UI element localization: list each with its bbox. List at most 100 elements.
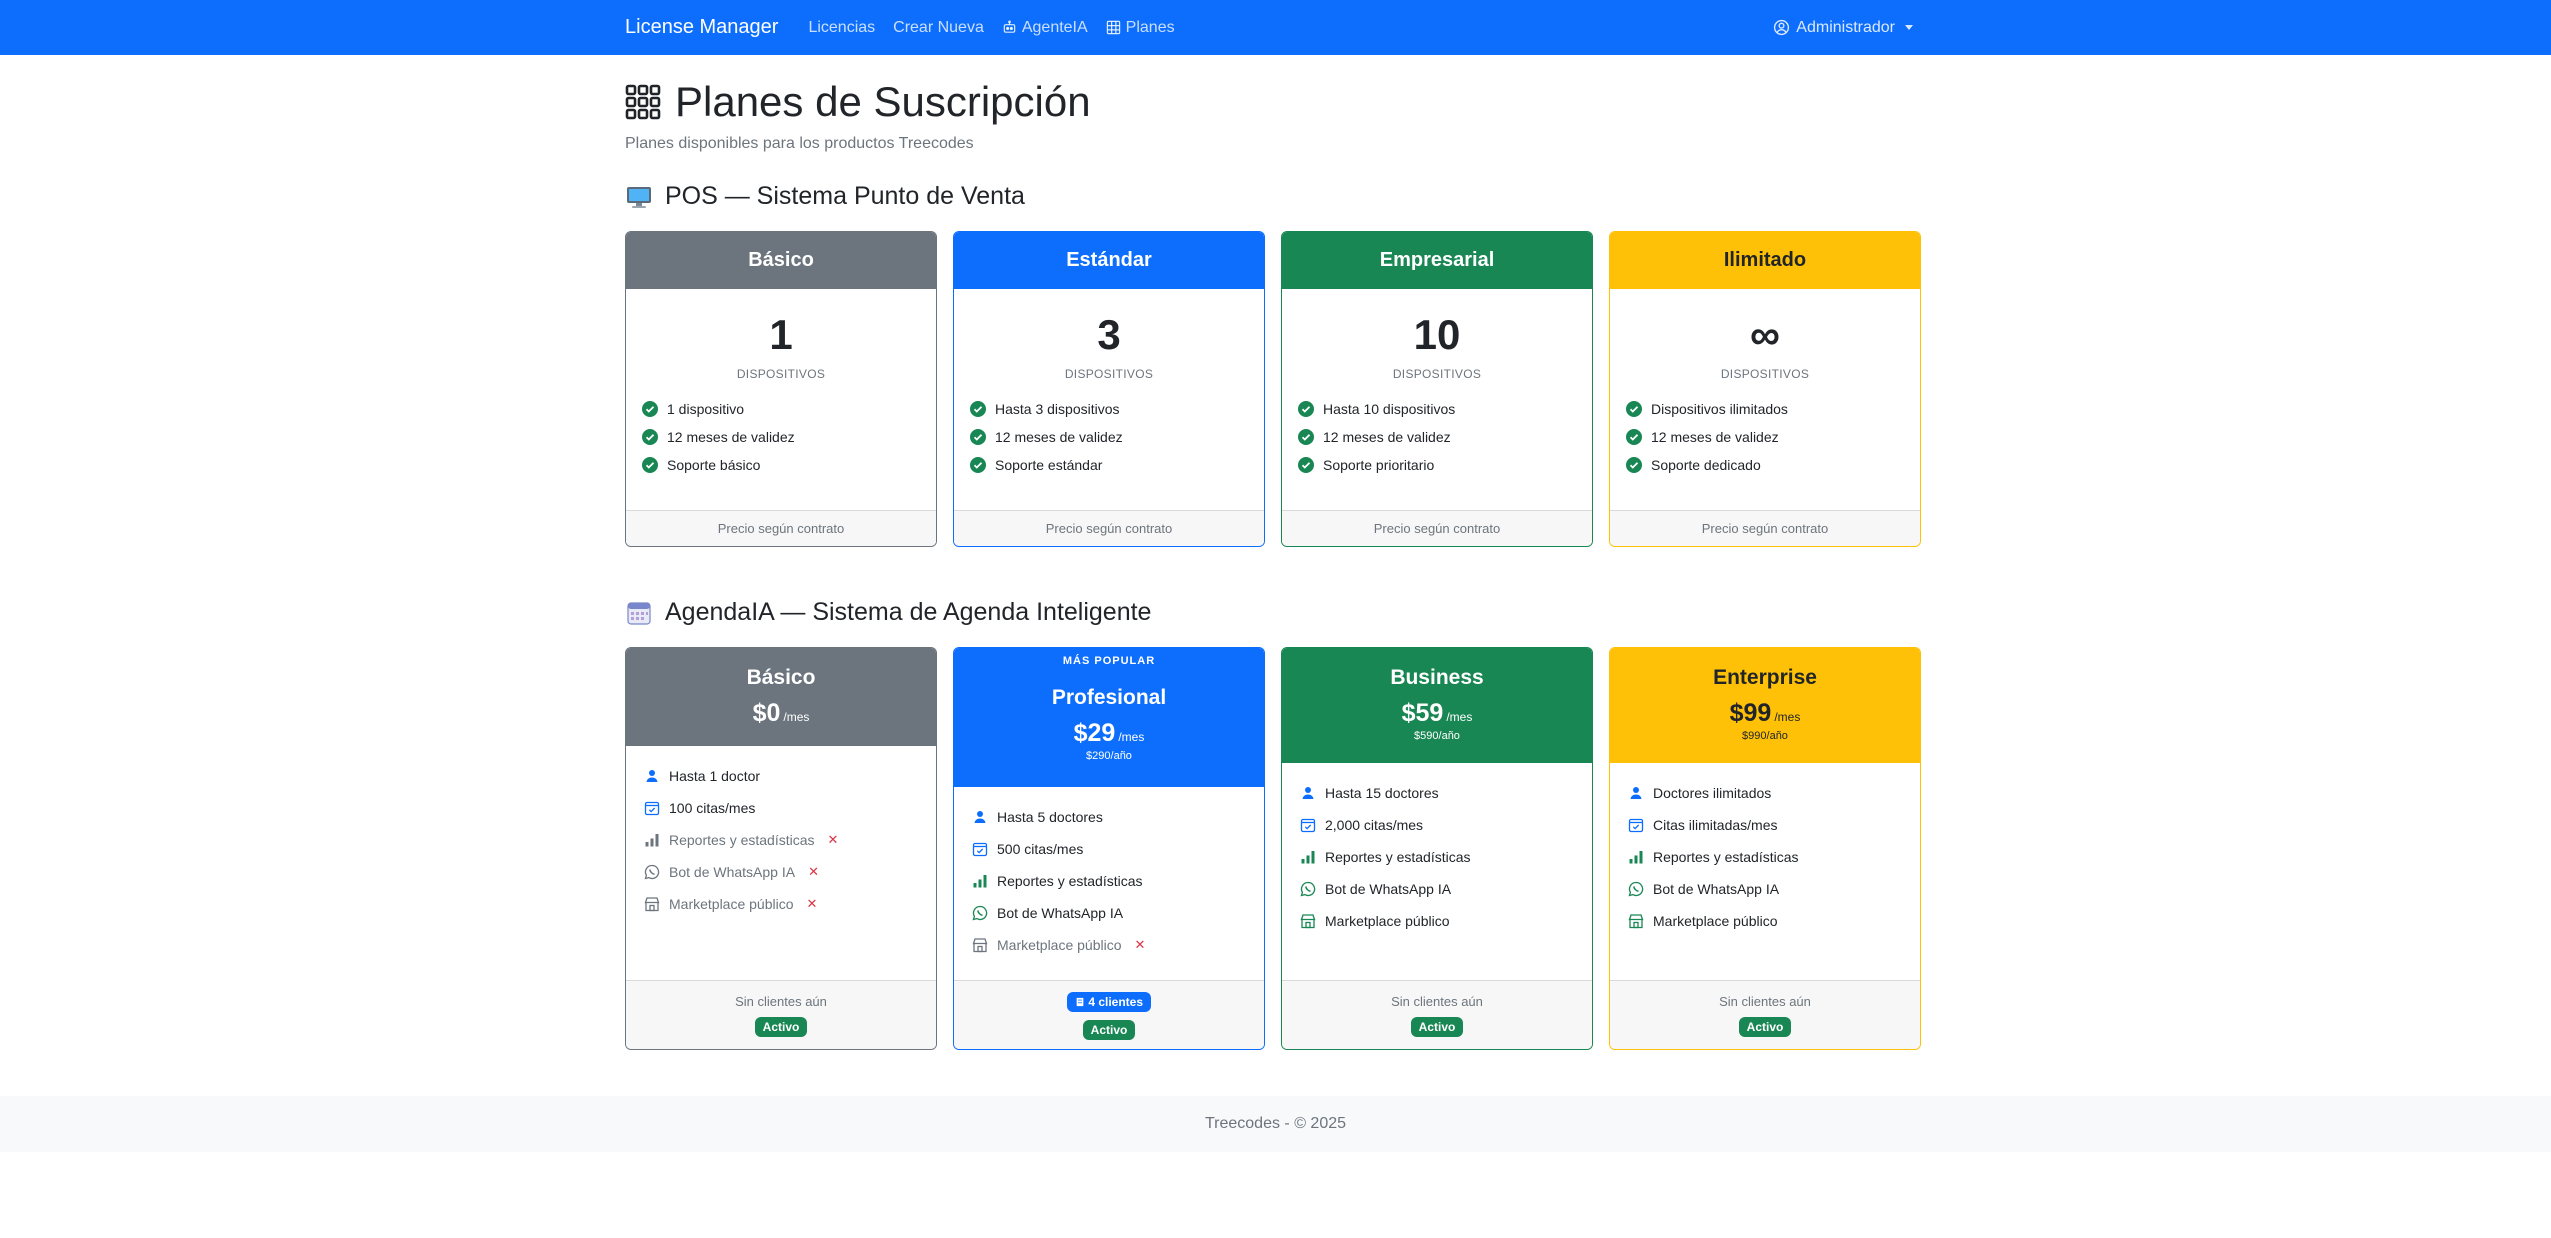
navbar: License Manager Licencias Crear Nueva Ag… xyxy=(0,0,2551,55)
nav-link-crear-nueva[interactable]: Crear Nueva xyxy=(893,19,984,37)
feature-text: Marketplace público xyxy=(1653,913,1778,929)
feature-text: Soporte dedicado xyxy=(1651,457,1761,473)
page-title: Planes de Suscripción xyxy=(625,78,1091,126)
list-item: Hasta 10 dispositivos xyxy=(1298,395,1576,423)
building-icon xyxy=(1076,997,1084,1007)
whatsapp-icon xyxy=(644,864,660,880)
page-subtitle: Planes disponibles para los productos Tr… xyxy=(625,135,974,152)
list-item: Reportes y estadísticas xyxy=(972,865,1246,897)
calendar-check-icon xyxy=(644,801,660,816)
agenda-plan-card-profesional: MÁS POPULAR Profesional $29/mes $290/año… xyxy=(953,647,1265,1050)
status-badge: Activo xyxy=(754,1017,808,1037)
robot-icon xyxy=(1003,20,1016,33)
feature-text: 100 citas/mes xyxy=(669,800,756,816)
whatsapp-icon xyxy=(1628,881,1644,897)
card-body: 3 DISPOSITIVOS Hasta 3 dispositivos 12 m… xyxy=(954,289,1264,510)
list-item: Hasta 3 dispositivos xyxy=(970,395,1248,423)
section-title-agenda: AgendaIA — Sistema de Agenda Inteligente xyxy=(625,598,1151,627)
list-item: Marketplace público xyxy=(1628,905,1902,937)
feature-text: 12 meses de validez xyxy=(667,429,795,445)
check-circle-icon xyxy=(1298,457,1314,473)
feature-text: Reportes y estadísticas xyxy=(997,873,1143,889)
list-item: 12 meses de validez xyxy=(970,423,1248,451)
feature-list: Hasta 10 dispositivos 12 meses de valide… xyxy=(1298,395,1576,479)
bar-chart-icon xyxy=(1629,851,1643,864)
bar-chart-icon xyxy=(973,875,987,888)
user-menu-dropdown[interactable]: Administrador xyxy=(1773,19,1921,37)
nav-link-licencias[interactable]: Licencias xyxy=(808,19,875,37)
check-circle-icon xyxy=(642,457,658,473)
bar-chart-icon xyxy=(645,834,659,847)
page-footer: Treecodes - © 2025 xyxy=(0,1096,2551,1152)
feature-text: Doctores ilimitados xyxy=(1653,785,1772,801)
list-item: Soporte prioritario xyxy=(1298,451,1576,479)
feature-text: Marketplace público xyxy=(997,937,1122,953)
card-footer: Precio según contrato xyxy=(1610,510,1920,546)
list-item: Dispositivos ilimitados xyxy=(1626,395,1904,423)
agenda-plan-card-business: Business $59/mes $590/año Hasta 15 docto… xyxy=(1281,647,1593,1050)
feature-text: 500 citas/mes xyxy=(997,841,1084,857)
card-footer: Precio según contrato xyxy=(1282,510,1592,546)
client-count: Sin clientes aún xyxy=(1719,994,1811,1009)
feature-text: Soporte estándar xyxy=(995,457,1103,473)
card-header: Ilimitado xyxy=(1610,232,1920,289)
price-value: $29 xyxy=(1073,719,1116,747)
feature-text: Reportes y estadísticas xyxy=(669,832,815,848)
card-footer: Precio según contrato xyxy=(954,510,1264,546)
section-title-text: AgendaIA — Sistema de Agenda Inteligente xyxy=(665,598,1152,626)
card-footer: Sin clientes aún Activo xyxy=(1610,980,1920,1049)
card-header: Estándar xyxy=(954,232,1264,289)
list-item: Reportes y estadísticas ✕ xyxy=(644,824,918,856)
calendar-check-icon xyxy=(1628,818,1644,833)
card-header: Enterprise $99/mes $990/año xyxy=(1610,648,1920,763)
list-item: 100 citas/mes xyxy=(644,792,918,824)
card-body: Hasta 1 doctor 100 citas/mes Reportes y … xyxy=(626,746,936,980)
nav-link-agenteia[interactable]: AgenteIA xyxy=(1002,19,1088,37)
plan-name: Profesional xyxy=(1051,686,1167,709)
feature-text: Bot de WhatsApp IA xyxy=(997,905,1124,921)
bar-chart-icon xyxy=(1301,851,1315,864)
feature-text: Citas ilimitadas/mes xyxy=(1653,817,1778,833)
section-title-text: POS — Sistema Punto de Venta xyxy=(665,182,1025,210)
list-item: 12 meses de validez xyxy=(642,423,920,451)
list-item: Reportes y estadísticas xyxy=(1300,841,1574,873)
feature-text: Bot de WhatsApp IA xyxy=(1653,881,1780,897)
brand-link[interactable]: License Manager xyxy=(625,16,778,39)
list-item: Bot de WhatsApp IA xyxy=(1628,873,1902,905)
feature-text: 12 meses de validez xyxy=(1323,429,1451,445)
nav-link-label: Licencias xyxy=(808,18,876,36)
feature-text: Dispositivos ilimitados xyxy=(1651,401,1788,417)
list-item: 500 citas/mes xyxy=(972,833,1246,865)
feature-text: 2,000 citas/mes xyxy=(1325,817,1424,833)
plan-price: $0/mes xyxy=(626,697,936,729)
card-body: Doctores ilimitados Citas ilimitadas/mes… xyxy=(1610,763,1920,980)
card-body: ∞ DISPOSITIVOS Dispositivos ilimitados 1… xyxy=(1610,289,1920,510)
user-circle-icon xyxy=(1774,19,1790,36)
client-count-badge: 4 clientes xyxy=(1066,992,1152,1012)
card-header: Business $59/mes $590/año xyxy=(1282,648,1592,763)
feature-text: Hasta 10 dispositivos xyxy=(1323,401,1456,417)
list-item: 12 meses de validez xyxy=(1626,423,1904,451)
feature-text: Soporte prioritario xyxy=(1323,457,1435,473)
nav-link-planes[interactable]: Planes xyxy=(1106,19,1175,37)
calendar-icon xyxy=(627,601,651,625)
client-count: Sin clientes aún xyxy=(1391,994,1483,1009)
calendar-check-icon xyxy=(1300,818,1316,833)
card-header: Empresarial xyxy=(1282,232,1592,289)
list-item: 2,000 citas/mes xyxy=(1300,809,1574,841)
shop-icon xyxy=(1628,914,1644,929)
device-count: ∞ xyxy=(1750,311,1780,358)
check-circle-icon xyxy=(642,401,658,417)
person-icon xyxy=(974,811,986,823)
price-value: $59 xyxy=(1401,699,1444,727)
x-icon: ✕ xyxy=(827,832,839,847)
price-value: $99 xyxy=(1729,699,1772,727)
list-item: Marketplace público xyxy=(1300,905,1574,937)
most-popular-badge: MÁS POPULAR xyxy=(1062,655,1156,667)
status-badge: Activo xyxy=(1738,1017,1792,1037)
card-body: Hasta 5 doctores 500 citas/mes Reportes … xyxy=(954,787,1264,980)
nav-link-label: AgenteIA xyxy=(1021,18,1088,36)
card-footer: Sin clientes aún Activo xyxy=(626,980,936,1049)
x-icon: ✕ xyxy=(806,896,818,911)
calendar-check-icon xyxy=(972,842,988,857)
